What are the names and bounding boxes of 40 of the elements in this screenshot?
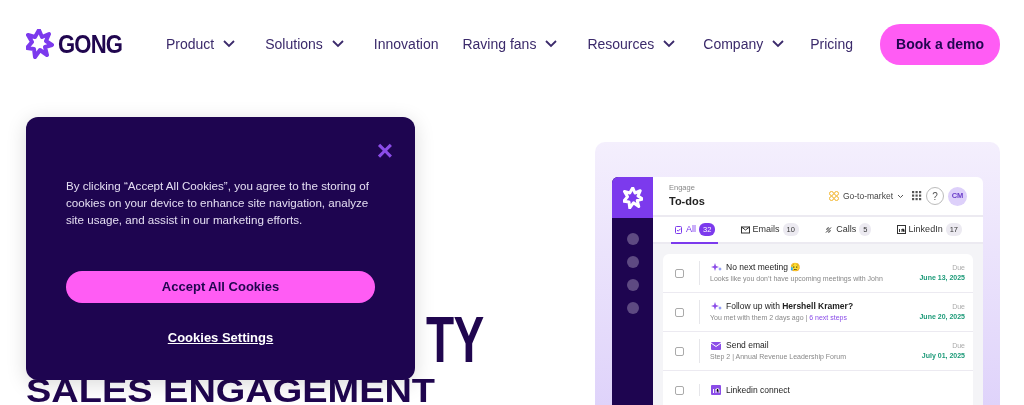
checkbox[interactable]: [675, 385, 684, 395]
sidebar-icon[interactable]: [626, 302, 639, 314]
envelope-icon: [740, 224, 750, 235]
nav-link[interactable]: Resources: [587, 33, 676, 55]
task-title: Linkedin connect: [726, 383, 790, 397]
apps-grid-icon: [912, 191, 922, 201]
book-demo-button[interactable]: Book a demo: [880, 23, 1000, 65]
task-title: Follow up with Hershell Kramer?: [726, 300, 854, 314]
linkedin-icon: [710, 384, 722, 396]
workspace-dropdown[interactable]: Go-to-market: [828, 189, 904, 203]
grid-icon: [828, 191, 839, 201]
chevron-down-icon: [897, 193, 904, 199]
cookie-text: By clicking “Accept All Cookies”, you agree to the storing of cookies on your device to enhance site navigation, analyze site usage, and assist in our marketing efforts.: [66, 178, 370, 228]
logo-icon: [622, 186, 643, 209]
task-title: Send email: [726, 339, 769, 353]
sidebar-icon[interactable]: [626, 279, 639, 291]
checkbox[interactable]: [675, 307, 684, 317]
nav-link[interactable]: Solutions: [265, 33, 344, 55]
headline: SALES ENGAGEMENT: [26, 379, 437, 403]
close-button[interactable]: ×: [376, 139, 393, 163]
page-title: To-dos: [669, 194, 706, 210]
envelope-icon: [710, 339, 722, 352]
task-title: No next meeting 😥: [726, 261, 802, 275]
logo-text: GONG: [58, 27, 123, 61]
help-button[interactable]: ?: [926, 187, 944, 205]
sidebar-icon[interactable]: [626, 256, 639, 268]
checkbox[interactable]: [675, 346, 684, 356]
clipboard-icon: [674, 224, 683, 235]
cookie-settings-link[interactable]: Cookies Settings: [167, 328, 274, 348]
headline: TY: [426, 310, 484, 370]
checkbox[interactable]: [675, 268, 684, 278]
accept-cookies-button[interactable]: Accept All Cookies: [66, 271, 375, 303]
nav-link[interactable]: Company: [703, 33, 785, 55]
linkedin-icon: [896, 224, 906, 235]
logo-icon: [26, 29, 54, 59]
sidebar-icon[interactable]: [626, 233, 639, 245]
nav-link[interactable]: Product: [166, 33, 236, 55]
nav-link[interactable]: Raving fans: [462, 33, 558, 55]
nav-link[interactable]: Pricing: [810, 33, 854, 55]
nav-link[interactable]: Innovation: [373, 33, 439, 55]
